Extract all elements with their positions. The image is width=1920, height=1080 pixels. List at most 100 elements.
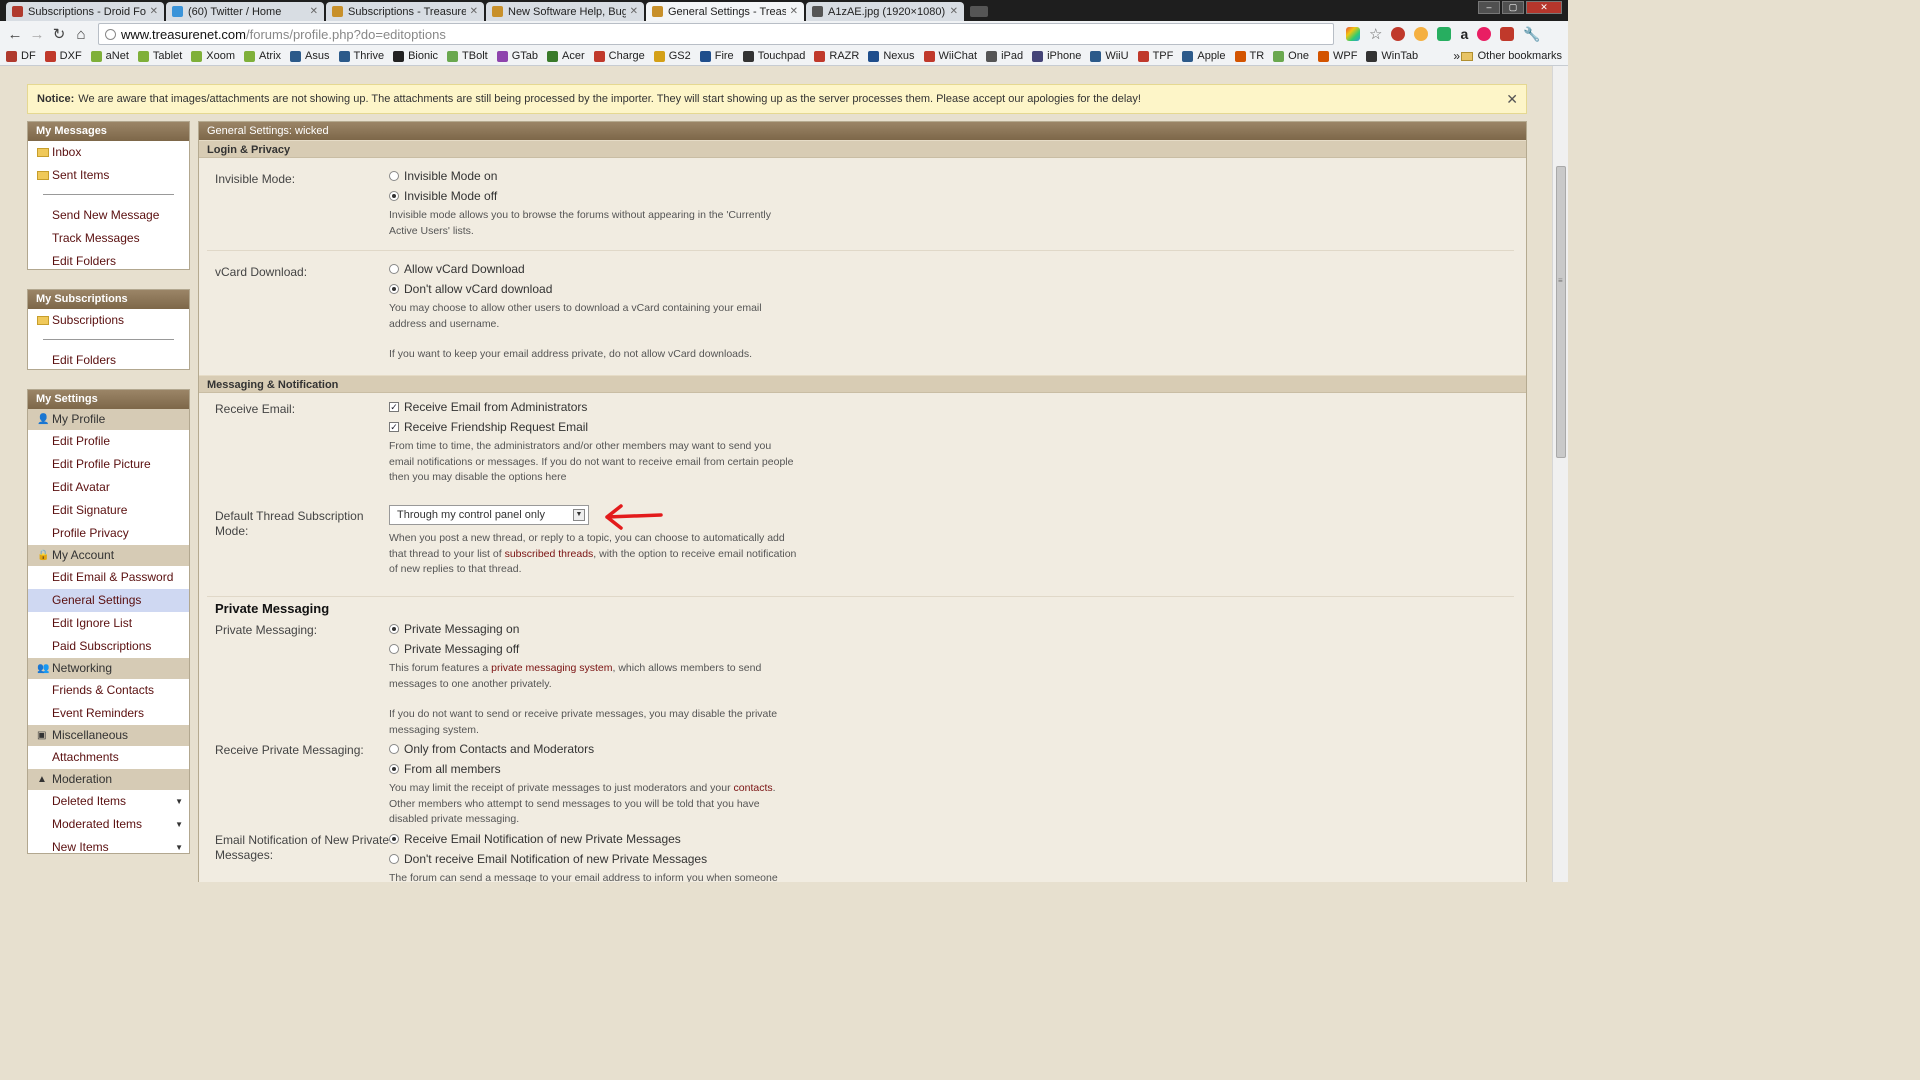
close-window-button[interactable]: ✕: [1526, 1, 1562, 14]
subscribed-threads-link[interactable]: subscribed threads: [505, 548, 594, 560]
sidebar-item-edit-folders[interactable]: Edit Folders: [28, 349, 189, 372]
bookmark-touchpad[interactable]: Touchpad: [742, 50, 805, 62]
option-from-all-members[interactable]: From all members: [389, 759, 799, 779]
bookmark-tablet[interactable]: Tablet: [137, 50, 182, 62]
sidebar-item-inbox[interactable]: Inbox: [28, 141, 189, 164]
caret-down-icon[interactable]: ▼: [175, 836, 183, 859]
sidebar-item-attachments[interactable]: Attachments: [28, 746, 189, 769]
sidebar-item-edit-ignore-list[interactable]: Edit Ignore List: [28, 612, 189, 635]
sidebar-item-deleted-items[interactable]: Deleted Items ▼: [28, 790, 189, 813]
extension-icon[interactable]: [1414, 27, 1429, 41]
browser-tab[interactable]: (60) Twitter / Home ✕: [166, 2, 324, 21]
caret-down-icon[interactable]: ▼: [175, 790, 183, 813]
sidebar-item-new-items[interactable]: New Items ▼: [28, 836, 189, 859]
sidebar-item-paid-subscriptions[interactable]: Paid Subscriptions: [28, 635, 189, 658]
sidebar-item-edit-profile[interactable]: Edit Profile: [28, 430, 189, 453]
browser-tab[interactable]: General Settings - TreasureN ✕: [646, 2, 804, 21]
chevron-down-icon[interactable]: ▼: [573, 509, 585, 521]
subscription-mode-select[interactable]: Through my control panel only ▼: [389, 505, 589, 525]
checkbox[interactable]: ✓: [389, 422, 399, 432]
bookmark-anet[interactable]: aNet: [90, 50, 129, 62]
amazon-icon[interactable]: a: [1460, 26, 1468, 42]
bookmark-iphone[interactable]: iPhone: [1032, 50, 1081, 62]
other-bookmarks[interactable]: Other bookmarks: [1460, 50, 1562, 62]
bookmark-dxf[interactable]: DXF: [44, 50, 82, 62]
option-allow-vcard-download[interactable]: Allow vCard Download: [389, 259, 799, 279]
sidebar-item-send-new-message[interactable]: Send New Message: [28, 204, 189, 227]
maximize-button[interactable]: ▢: [1502, 1, 1524, 14]
radio-button[interactable]: [389, 284, 399, 294]
bookmark-tr[interactable]: TR: [1234, 50, 1264, 62]
close-tab-icon[interactable]: ✕: [630, 6, 638, 17]
bookmark-star-icon[interactable]: ☆: [1369, 25, 1382, 43]
bookmark-one[interactable]: One: [1273, 50, 1309, 62]
close-tab-icon[interactable]: ✕: [310, 6, 318, 17]
sidebar-group-moderation[interactable]: ▲ Moderation: [28, 769, 189, 790]
sidebar-group-my-profile[interactable]: 👤 My Profile: [28, 409, 189, 430]
bookmark-asus[interactable]: Asus: [290, 50, 330, 62]
sidebar-item-general-settings[interactable]: General Settings: [28, 589, 189, 612]
option-don-t-receive-email-notification-of-new-private-messages[interactable]: Don't receive Email Notification of new …: [389, 849, 799, 869]
browser-tab[interactable]: Subscriptions - Droid Forum ✕: [6, 2, 164, 21]
scrollbar-thumb[interactable]: [1556, 166, 1566, 458]
new-tab-button[interactable]: [970, 6, 988, 17]
minimize-button[interactable]: –: [1478, 1, 1500, 14]
wrench-icon[interactable]: 🔧: [1523, 26, 1540, 43]
option-private-messaging-off[interactable]: Private Messaging off: [389, 639, 799, 659]
browser-tab[interactable]: A1zAE.jpg (1920×1080) ✕: [806, 2, 964, 21]
sidebar-group-miscellaneous[interactable]: ▣ Miscellaneous: [28, 725, 189, 746]
sidebar-item-edit-avatar[interactable]: Edit Avatar: [28, 476, 189, 499]
address-bar[interactable]: www.treasurenet.com/forums/profile.php?d…: [98, 23, 1334, 45]
extension-icon[interactable]: [1391, 27, 1406, 41]
bookmark-wiiu[interactable]: WiiU: [1090, 50, 1129, 62]
checkbox[interactable]: ✓: [389, 402, 399, 412]
sidebar-group-my-account[interactable]: 🔒 My Account: [28, 545, 189, 566]
radio-button[interactable]: [389, 764, 399, 774]
sidebar-item-profile-privacy[interactable]: Profile Privacy: [28, 522, 189, 545]
bookmark-ipad[interactable]: iPad: [986, 50, 1023, 62]
home-icon[interactable]: ⌂: [70, 26, 92, 43]
option-only-from-contacts-and-moderators[interactable]: Only from Contacts and Moderators: [389, 739, 799, 759]
radio-button[interactable]: [389, 264, 399, 274]
browser-tab[interactable]: New Software Help, Bug, Gl ✕: [486, 2, 644, 21]
radio-button[interactable]: [389, 744, 399, 754]
radio-button[interactable]: [389, 624, 399, 634]
bookmark-acer[interactable]: Acer: [547, 50, 585, 62]
sidebar-item-track-messages[interactable]: Track Messages: [28, 227, 189, 250]
bookmarks-overflow-icon[interactable]: »: [1453, 49, 1460, 63]
sidebar-group-networking[interactable]: 👥 Networking: [28, 658, 189, 679]
close-tab-icon[interactable]: ✕: [950, 6, 958, 17]
sidebar-item-moderated-items[interactable]: Moderated Items ▼: [28, 813, 189, 836]
reload-icon[interactable]: ↻: [48, 25, 70, 43]
browser-tab[interactable]: Subscriptions - TreasureNet ✕: [326, 2, 484, 21]
close-tab-icon[interactable]: ✕: [150, 6, 158, 17]
back-icon[interactable]: ←: [4, 26, 26, 43]
bookmark-tpf[interactable]: TPF: [1137, 50, 1173, 62]
close-tab-icon[interactable]: ✕: [470, 6, 478, 17]
bookmark-xoom[interactable]: Xoom: [191, 50, 235, 62]
bookmark-atrix[interactable]: Atrix: [244, 50, 281, 62]
caret-down-icon[interactable]: ▼: [175, 813, 183, 836]
option-receive-friendship-request-email[interactable]: ✓ Receive Friendship Request Email: [389, 417, 799, 437]
sidebar-item-event-reminders[interactable]: Event Reminders: [28, 702, 189, 725]
bookmark-apple[interactable]: Apple: [1182, 50, 1226, 62]
sidebar-item-subscriptions[interactable]: Subscriptions: [28, 309, 189, 332]
bookmark-nexus[interactable]: Nexus: [868, 50, 915, 62]
bookmark-wintab[interactable]: WinTab: [1366, 50, 1418, 62]
page-scrollbar[interactable]: ≡: [1552, 66, 1568, 882]
sidebar-item-edit-email-password[interactable]: Edit Email & Password: [28, 566, 189, 589]
bookmark-bionic[interactable]: Bionic: [393, 50, 438, 62]
sidebar-item-friends-contacts[interactable]: Friends & Contacts: [28, 679, 189, 702]
radio-button[interactable]: [389, 191, 399, 201]
bookmark-df[interactable]: DF: [6, 50, 36, 62]
radio-button[interactable]: [389, 854, 399, 864]
sidebar-item-edit-folders[interactable]: Edit Folders: [28, 250, 189, 273]
bookmark-wpf[interactable]: WPF: [1317, 50, 1357, 62]
option-don-t-allow-vcard-download[interactable]: Don't allow vCard download: [389, 279, 799, 299]
extension-icon[interactable]: [1346, 27, 1360, 41]
extension-icon[interactable]: [1500, 27, 1515, 41]
bookmark-gs2[interactable]: GS2: [653, 50, 691, 62]
option-invisible-mode-on[interactable]: Invisible Mode on: [389, 166, 799, 186]
bookmark-fire[interactable]: Fire: [699, 50, 734, 62]
bookmark-gtab[interactable]: GTab: [496, 50, 538, 62]
